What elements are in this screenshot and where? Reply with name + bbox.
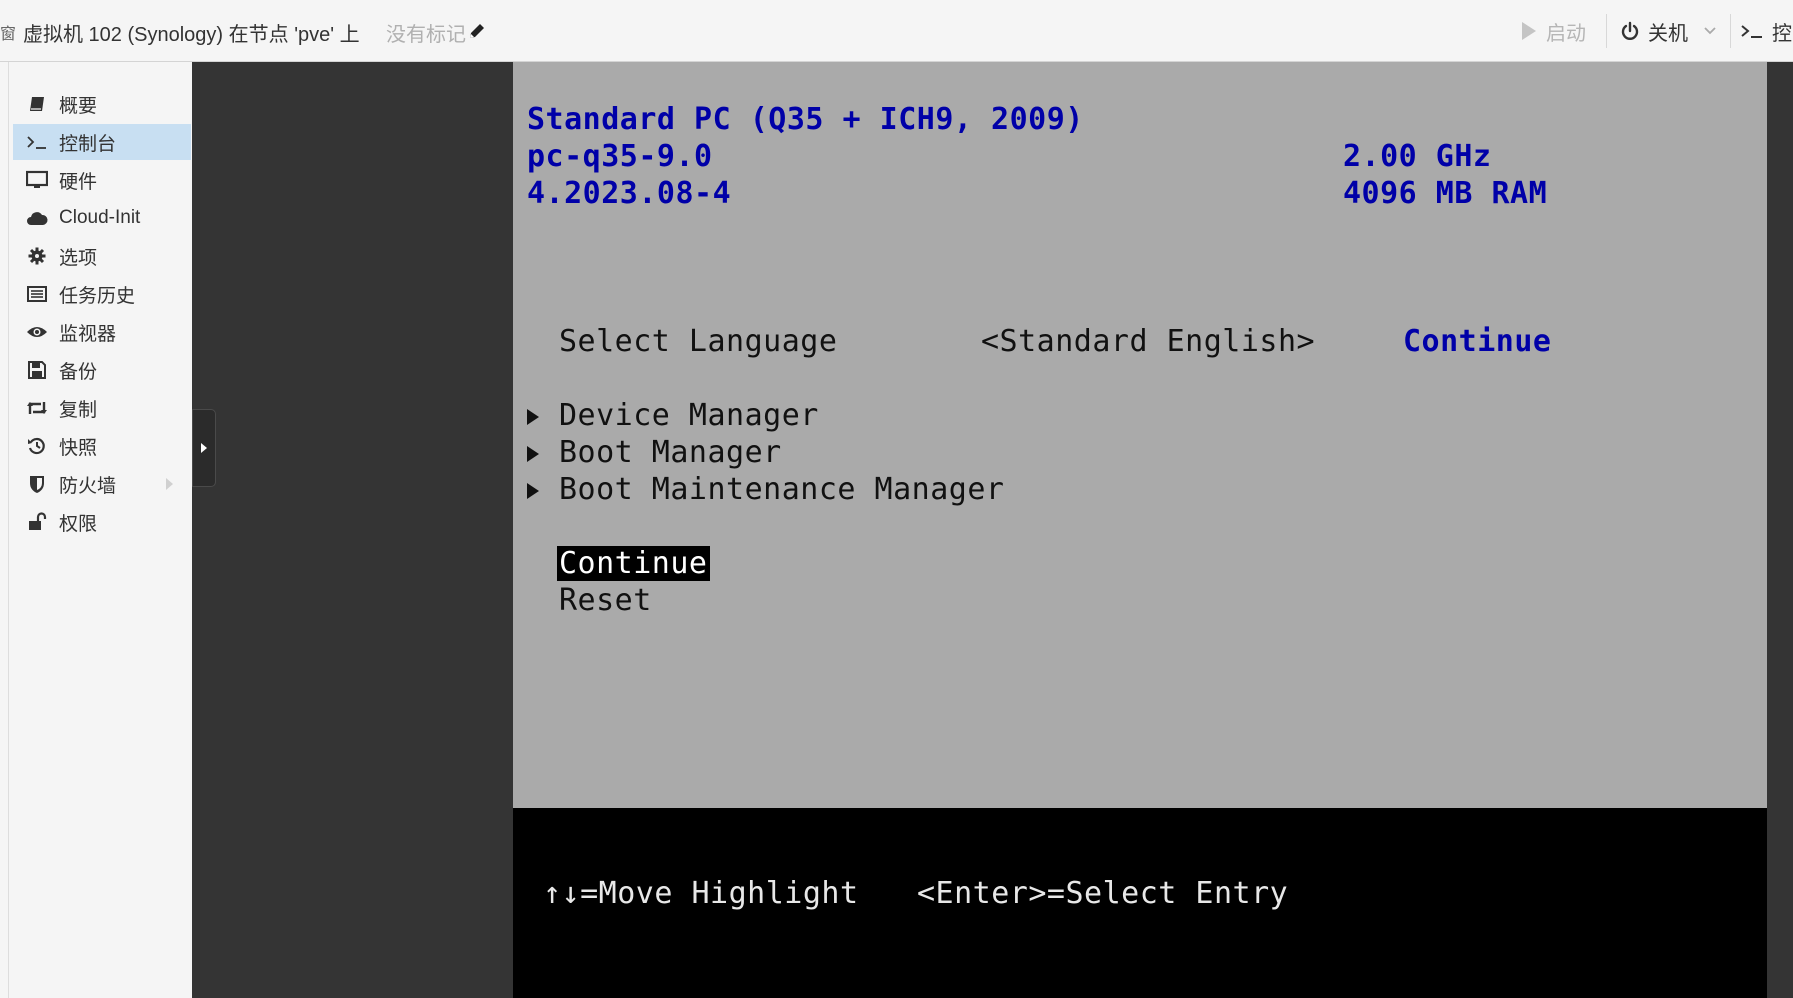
sidebar-item-label: 复制 [59, 399, 98, 421]
action-reset[interactable]: Reset [559, 583, 652, 618]
console-label: 控 [1772, 22, 1792, 45]
floppy-icon [23, 359, 51, 381]
tags-placeholder[interactable]: 没有标记 [386, 18, 466, 47]
sidebar-item-summary[interactable]: 概要 [13, 86, 191, 122]
bios-screen[interactable]: Standard PC (Q35 + ICH9, 2009) pc-q35-9.… [513, 62, 1767, 998]
sidebar-item-label: 概要 [59, 95, 98, 117]
play-icon [1522, 22, 1536, 40]
sidebar-item-task-history[interactable]: 任务历史 [13, 276, 191, 312]
sidebar-item-label: 监视器 [59, 323, 117, 345]
retweet-icon [23, 397, 51, 419]
sidebar-item-label: Cloud-Init [59, 207, 141, 228]
select-language-label: Select Language [559, 324, 838, 359]
menu-arrow-icon [527, 483, 539, 499]
sidebar-item-snapshots[interactable]: 快照 [13, 428, 191, 464]
shield-icon [23, 473, 51, 495]
terminal-icon [1741, 25, 1762, 38]
history-icon [23, 435, 51, 457]
submenu-arrow-icon [166, 478, 173, 490]
language-value[interactable]: <Standard English> [981, 324, 1315, 359]
sidebar-item-label: 备份 [59, 361, 98, 383]
sidebar-item-console[interactable]: 控制台 [13, 124, 191, 160]
caret-right-icon [201, 443, 207, 453]
edge-glyph: 窗 [0, 26, 17, 43]
action-continue[interactable]: Continue [557, 546, 710, 581]
help-text: Continue [1403, 324, 1552, 359]
sidebar-item-hardware[interactable]: 硬件 [13, 162, 191, 198]
menu-device-manager[interactable]: Device Manager [559, 398, 819, 433]
cloud-icon [23, 207, 51, 229]
sidebar-item-label: 任务历史 [59, 285, 136, 307]
menu-arrow-icon [527, 409, 539, 425]
sidebar-collapse-handle[interactable] [192, 409, 216, 487]
sidebar-item-label: 防火墙 [59, 475, 117, 497]
menu-boot-maintenance-manager[interactable]: Boot Maintenance Manager [559, 472, 1004, 507]
pencil-icon[interactable] [468, 22, 486, 40]
eye-icon [23, 321, 51, 343]
sidebar-item-label: 硬件 [59, 171, 98, 193]
bios-machine-name: Standard PC (Q35 + ICH9, 2009) [527, 102, 1084, 137]
sidebar-item-options[interactable]: 选项 [13, 238, 191, 274]
sidebar-item-permissions[interactable]: 权限 [13, 504, 191, 540]
console-button[interactable]: 控 [1740, 12, 1792, 50]
bios-ram: 4096 MB RAM [1343, 176, 1548, 211]
sidebar-item-backup[interactable]: 备份 [13, 352, 191, 388]
toolbar-divider [1606, 14, 1607, 48]
menu-arrow-icon [527, 446, 539, 462]
shutdown-button[interactable]: 关机 [1620, 12, 1688, 50]
sidebar-item-label: 快照 [59, 437, 98, 459]
footer-select-entry: <Enter>=Select Entry [917, 876, 1289, 911]
list-icon [23, 283, 51, 305]
footer-move-highlight: ↑↓=Move Highlight [543, 876, 859, 911]
chevron-down-icon [1704, 27, 1716, 35]
book-icon [23, 93, 51, 115]
unlock-icon [23, 511, 51, 533]
start-button[interactable]: 启动 [1520, 12, 1586, 50]
sidebar-item-firewall[interactable]: 防火墙 [13, 466, 191, 502]
monitor-icon [23, 169, 51, 191]
vm-title: 虚拟机 102 (Synology) 在节点 'pve' 上 [23, 24, 360, 46]
sidebar-item-label: 权限 [59, 513, 98, 535]
gear-icon [23, 245, 51, 267]
bios-footer: ↑↓=Move Highlight <Enter>=Select Entry [513, 808, 1767, 998]
sidebar-item-replication[interactable]: 复制 [13, 390, 191, 426]
shutdown-dropdown-button[interactable] [1698, 12, 1722, 50]
sidebar-item-label: 选项 [59, 247, 98, 269]
terminal-icon [23, 131, 51, 153]
bios-firmware-version: 4.2023.08-4 [527, 176, 732, 211]
menu-boot-manager[interactable]: Boot Manager [559, 435, 782, 470]
bios-cpu-speed: 2.00 GHz [1343, 139, 1492, 174]
bios-machine-type: pc-q35-9.0 [527, 139, 713, 174]
sidebar-item-label: 控制台 [59, 133, 117, 155]
toolbar-divider [1730, 14, 1731, 48]
sidebar-item-cloud-init[interactable]: Cloud-Init [13, 200, 191, 236]
vm-sidebar: 概要 控制台 硬件 Cloud-Init 选项 任务历史 监视器 备份 复制 快… [8, 62, 192, 998]
sidebar-item-monitor[interactable]: 监视器 [13, 314, 191, 350]
start-label: 启动 [1546, 22, 1586, 45]
top-toolbar: 窗 虚拟机 102 (Synology) 在节点 'pve' 上 没有标记 启动… [0, 0, 1793, 62]
shutdown-label: 关机 [1648, 22, 1688, 45]
power-icon [1621, 21, 1639, 40]
